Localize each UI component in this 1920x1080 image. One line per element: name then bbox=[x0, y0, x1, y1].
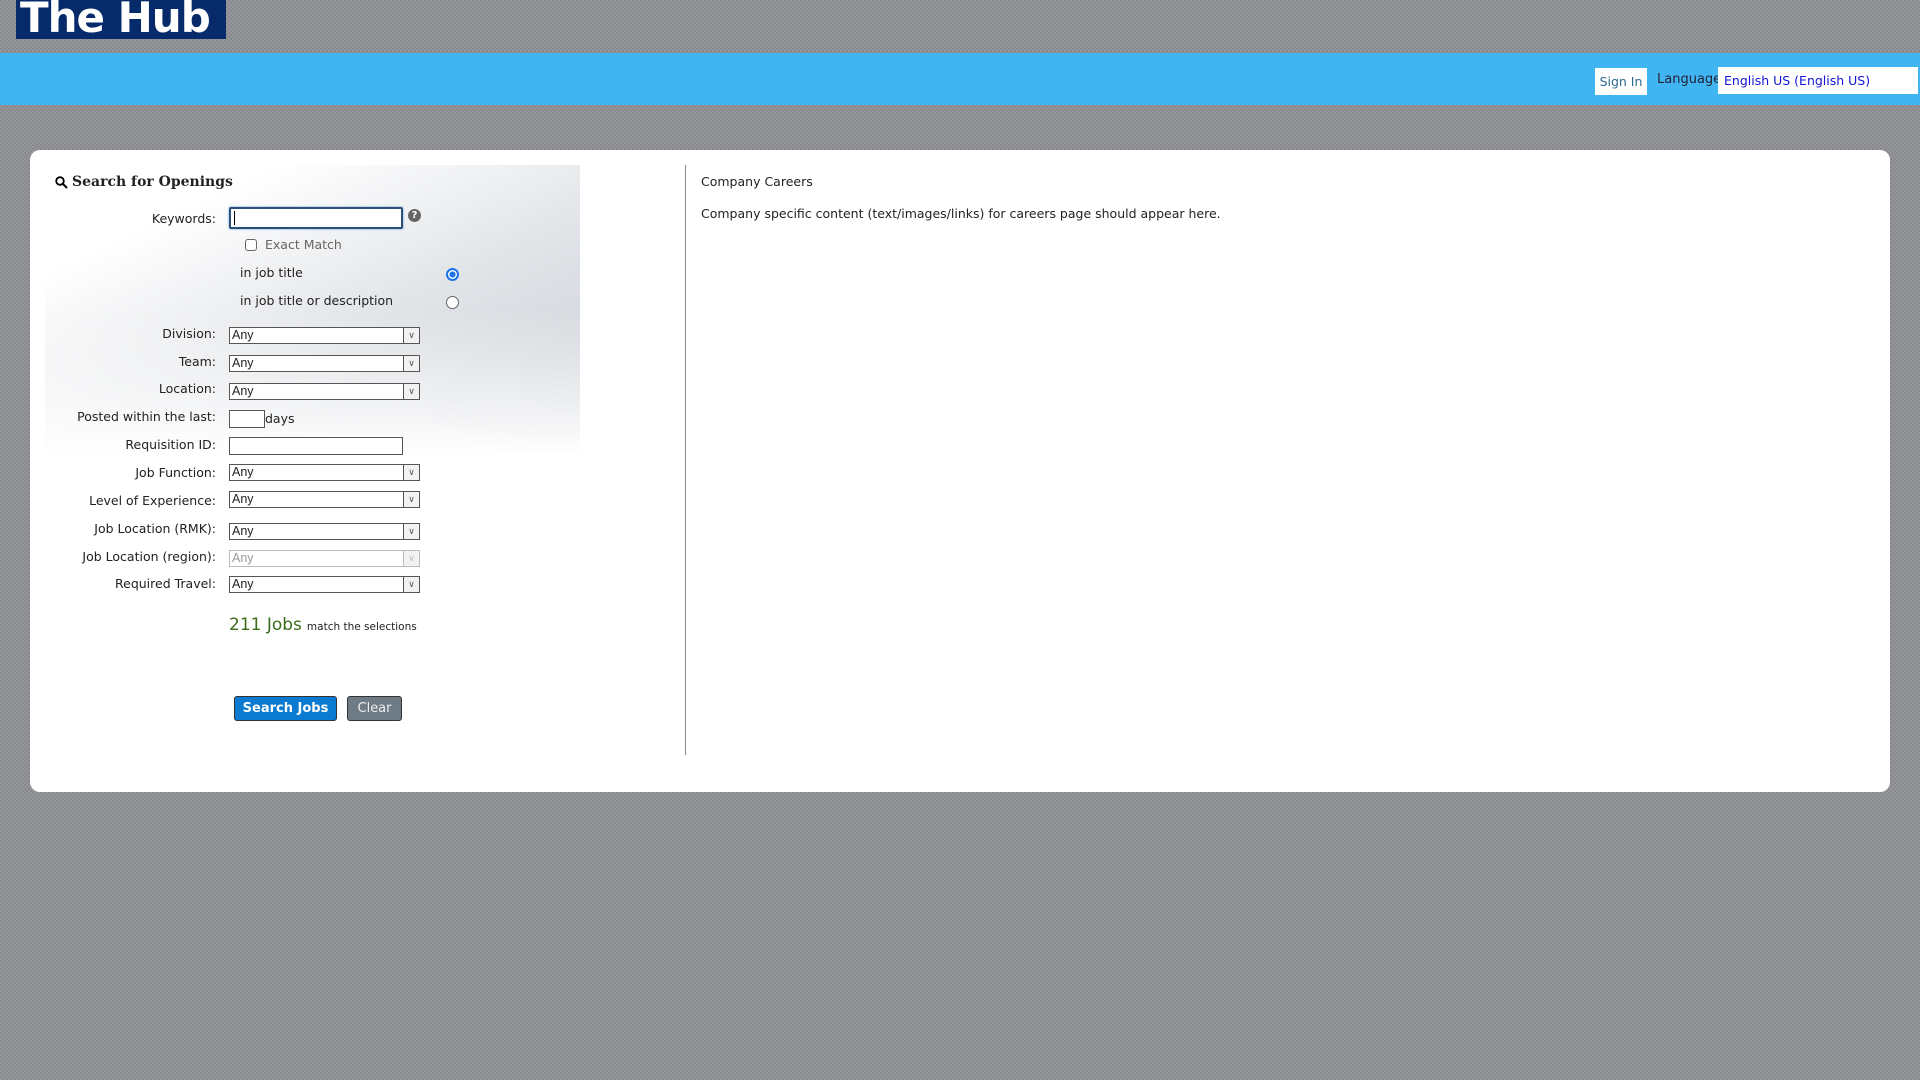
chevron-down-icon: ∨ bbox=[403, 577, 419, 592]
keywords-label: Keywords: bbox=[151, 211, 216, 226]
division-label: Division: bbox=[162, 326, 216, 341]
chevron-down-icon: ∨ bbox=[403, 328, 419, 343]
company-careers-title: Company Careers bbox=[701, 174, 813, 189]
logo: The Hub bbox=[16, 0, 226, 39]
location-value: Any bbox=[232, 384, 254, 398]
company-careers-content: Company specific content (text/images/li… bbox=[701, 206, 1221, 221]
radio-label-title: in job title bbox=[240, 265, 303, 280]
job-location-region-label: Job Location (region): bbox=[82, 549, 216, 564]
job-location-rmk-label: Job Location (RMK): bbox=[94, 521, 216, 536]
job-count-text: match the selections bbox=[306, 621, 417, 633]
requisition-id-label: Requisition ID: bbox=[125, 437, 216, 452]
radio-in-job-title[interactable] bbox=[446, 268, 459, 281]
location-label: Location: bbox=[158, 381, 216, 396]
search-icon bbox=[55, 175, 68, 189]
search-title-text: Search for Openings bbox=[72, 174, 233, 190]
posted-days-input[interactable] bbox=[229, 410, 265, 428]
chevron-down-icon: ∨ bbox=[403, 465, 419, 480]
chevron-down-icon: ∨ bbox=[403, 356, 419, 371]
exact-match-checkbox[interactable] bbox=[245, 238, 257, 251]
job-function-select[interactable]: Any ∨ bbox=[229, 464, 420, 481]
help-icon[interactable]: ? bbox=[408, 209, 421, 222]
radio-label-title-description: in job title or description bbox=[240, 293, 394, 308]
job-function-label: Job Function: bbox=[135, 465, 216, 480]
divider bbox=[685, 165, 686, 755]
requisition-id-input[interactable] bbox=[229, 437, 403, 455]
team-value: Any bbox=[232, 356, 254, 370]
required-travel-label: Required Travel: bbox=[115, 576, 216, 591]
required-travel-value: Any bbox=[232, 577, 254, 591]
job-location-region-value: Any bbox=[232, 551, 254, 565]
search-jobs-button[interactable]: Search Jobs bbox=[234, 696, 337, 721]
job-count: 211 Jobs match the selections bbox=[229, 615, 417, 635]
team-label: Team: bbox=[178, 354, 216, 369]
job-location-region-select: Any ∨ bbox=[229, 550, 420, 567]
experience-label: Level of Experience: bbox=[89, 493, 216, 508]
job-location-rmk-value: Any bbox=[232, 524, 254, 538]
chevron-down-icon: ∨ bbox=[403, 551, 419, 566]
radio-in-title-or-description[interactable] bbox=[446, 296, 459, 309]
days-unit: days bbox=[265, 411, 295, 426]
language-select[interactable]: English US (English US) bbox=[1718, 67, 1918, 94]
language-label: Language bbox=[1657, 72, 1722, 87]
division-value: Any bbox=[232, 328, 254, 342]
team-select[interactable]: Any ∨ bbox=[229, 355, 420, 372]
clear-button[interactable]: Clear bbox=[347, 696, 402, 721]
chevron-down-icon: ∨ bbox=[403, 384, 419, 399]
sign-in-button[interactable]: Sign In bbox=[1595, 68, 1647, 95]
chevron-down-icon: ∨ bbox=[403, 524, 419, 539]
chevron-down-icon: ∨ bbox=[403, 492, 419, 507]
exact-match-label: Exact Match bbox=[265, 237, 342, 252]
job-location-rmk-select[interactable]: Any ∨ bbox=[229, 523, 420, 540]
exact-match-option[interactable]: Exact Match bbox=[245, 237, 342, 252]
experience-select[interactable]: Any ∨ bbox=[229, 491, 420, 508]
job-function-value: Any bbox=[232, 465, 254, 479]
keywords-input[interactable] bbox=[229, 207, 403, 229]
required-travel-select[interactable]: Any ∨ bbox=[229, 576, 420, 593]
posted-label: Posted within the last: bbox=[77, 409, 216, 424]
search-title: Search for Openings bbox=[55, 174, 233, 190]
experience-value: Any bbox=[232, 492, 254, 506]
division-select[interactable]: Any ∨ bbox=[229, 327, 420, 344]
location-select[interactable]: Any ∨ bbox=[229, 383, 420, 400]
job-count-number: 211 Jobs bbox=[229, 615, 302, 635]
